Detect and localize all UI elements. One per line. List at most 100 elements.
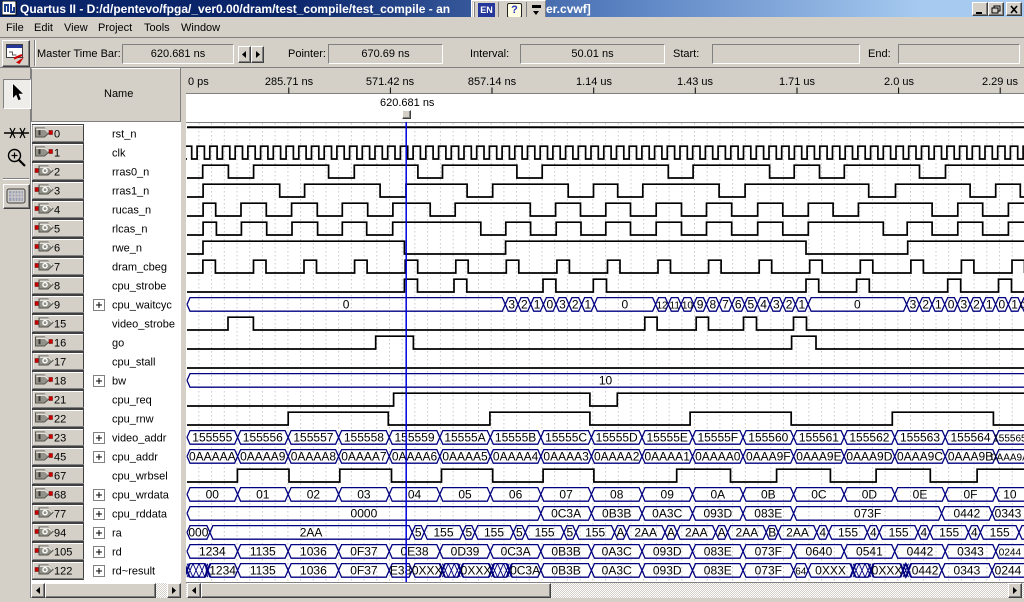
svg-text:6: 6: [54, 243, 60, 255]
svg-text:155556: 155556: [243, 430, 283, 444]
svg-text:cpu_rddata: cpu_rddata: [112, 509, 168, 521]
svg-text:rst_n: rst_n: [112, 129, 136, 141]
svg-text:15555E: 15555E: [647, 430, 688, 444]
svg-text:08: 08: [610, 487, 624, 501]
svg-text:clk: clk: [112, 148, 126, 160]
svg-text:02: 02: [307, 487, 321, 501]
svg-text:4: 4: [971, 525, 978, 539]
svg-text:5: 5: [748, 297, 755, 311]
svg-text:rras0_n: rras0_n: [112, 167, 149, 179]
svg-text:67: 67: [54, 471, 66, 483]
svg-text:0: 0: [854, 297, 861, 311]
svg-text:rd~result: rd~result: [112, 566, 155, 578]
svg-text:2AA: 2AA: [786, 525, 809, 539]
svg-text:155565: 155565: [993, 433, 1024, 444]
svg-text:03: 03: [357, 487, 371, 501]
svg-text:1036: 1036: [300, 563, 327, 577]
svg-text:0343: 0343: [995, 506, 1022, 520]
svg-text:0A3C: 0A3C: [652, 506, 682, 520]
svg-text:155558: 155558: [344, 430, 384, 444]
svg-text:2: 2: [521, 297, 528, 311]
svg-text:cpu_stall: cpu_stall: [112, 357, 155, 369]
svg-text:23: 23: [54, 433, 66, 445]
svg-text:0XXX: 0XXX: [412, 563, 443, 577]
svg-text:0AAA9F: 0AAA9F: [746, 449, 791, 463]
svg-text:00: 00: [206, 487, 220, 501]
svg-text:2: 2: [786, 297, 793, 311]
svg-text:11: 11: [670, 300, 681, 311]
svg-text:1234: 1234: [209, 563, 236, 577]
svg-text:155: 155: [484, 525, 504, 539]
svg-text:1: 1: [534, 297, 541, 311]
svg-text:3: 3: [559, 297, 566, 311]
svg-text:1: 1: [935, 297, 942, 311]
svg-text:105: 105: [54, 547, 72, 559]
svg-text:4: 4: [870, 525, 877, 539]
svg-text:video_addr: video_addr: [112, 433, 167, 445]
svg-text:05: 05: [458, 487, 472, 501]
svg-text:0343: 0343: [954, 563, 981, 577]
svg-text:go: go: [112, 338, 124, 350]
svg-text:22: 22: [54, 414, 66, 426]
svg-text:2: 2: [572, 297, 579, 311]
svg-text:0B3B: 0B3B: [551, 544, 580, 558]
svg-text:E38: E38: [390, 563, 412, 577]
svg-text:15555F: 15555F: [697, 430, 738, 444]
svg-text:0C3A: 0C3A: [501, 544, 531, 558]
svg-text:155: 155: [838, 525, 858, 539]
svg-text:rucas_n: rucas_n: [112, 205, 151, 217]
svg-text:94: 94: [54, 528, 66, 540]
svg-text:5: 5: [415, 525, 422, 539]
svg-text:15: 15: [54, 319, 66, 331]
svg-text:4: 4: [54, 205, 60, 217]
svg-text:8: 8: [709, 297, 716, 311]
svg-text:cpu_req: cpu_req: [112, 395, 152, 407]
svg-text:0AAAA1: 0AAAA1: [645, 449, 691, 463]
svg-text:0F: 0F: [963, 487, 977, 501]
svg-text:073F: 073F: [755, 544, 782, 558]
svg-text:cpu_wrbsel: cpu_wrbsel: [112, 471, 168, 483]
svg-text:18: 18: [54, 376, 66, 388]
svg-text:07: 07: [559, 487, 573, 501]
svg-text:12: 12: [656, 300, 668, 311]
svg-text:073F: 073F: [854, 506, 881, 520]
svg-text:7: 7: [722, 297, 729, 311]
svg-text:3: 3: [773, 297, 780, 311]
svg-text:1036: 1036: [300, 544, 327, 558]
svg-text:0F37: 0F37: [350, 563, 378, 577]
svg-text:rwe_n: rwe_n: [112, 243, 142, 255]
svg-text:rras1_n: rras1_n: [112, 186, 149, 198]
svg-text:15555B: 15555B: [495, 430, 536, 444]
svg-text:2AA: 2AA: [736, 525, 759, 539]
svg-text:0: 0: [999, 297, 1006, 311]
svg-text:0: 0: [1020, 300, 1024, 311]
svg-text:2AA: 2AA: [685, 525, 708, 539]
svg-text:1: 1: [585, 297, 592, 311]
svg-text:083E: 083E: [704, 544, 732, 558]
svg-text:155: 155: [889, 525, 909, 539]
svg-text:0C3A: 0C3A: [551, 506, 581, 520]
svg-text:rd: rd: [112, 547, 122, 559]
svg-text:155562: 155562: [849, 430, 889, 444]
svg-text:0D39: 0D39: [451, 544, 480, 558]
svg-text:155564: 155564: [950, 430, 990, 444]
svg-text:0C3A: 0C3A: [510, 563, 540, 577]
svg-text:09: 09: [661, 487, 675, 501]
svg-text:15555A: 15555A: [444, 430, 485, 444]
svg-text:0AAAA5: 0AAAA5: [442, 449, 488, 463]
svg-text:0A: 0A: [710, 487, 725, 501]
svg-text:3: 3: [960, 297, 967, 311]
svg-text:083E: 083E: [754, 506, 782, 520]
svg-text:0XXX: 0XXX: [872, 563, 903, 577]
svg-text:B: B: [768, 525, 776, 539]
svg-text:0AAAA6: 0AAAA6: [392, 449, 438, 463]
svg-text:3: 3: [910, 297, 917, 311]
svg-text:155557: 155557: [293, 430, 333, 444]
svg-text:9: 9: [54, 300, 60, 312]
svg-text:dram_cbeg: dram_cbeg: [112, 262, 167, 274]
svg-text:155555: 155555: [192, 430, 232, 444]
svg-text:0E: 0E: [913, 487, 928, 501]
svg-text:cpu_rnw: cpu_rnw: [112, 414, 154, 426]
svg-text:10: 10: [599, 373, 613, 387]
svg-text:3: 3: [54, 186, 60, 198]
